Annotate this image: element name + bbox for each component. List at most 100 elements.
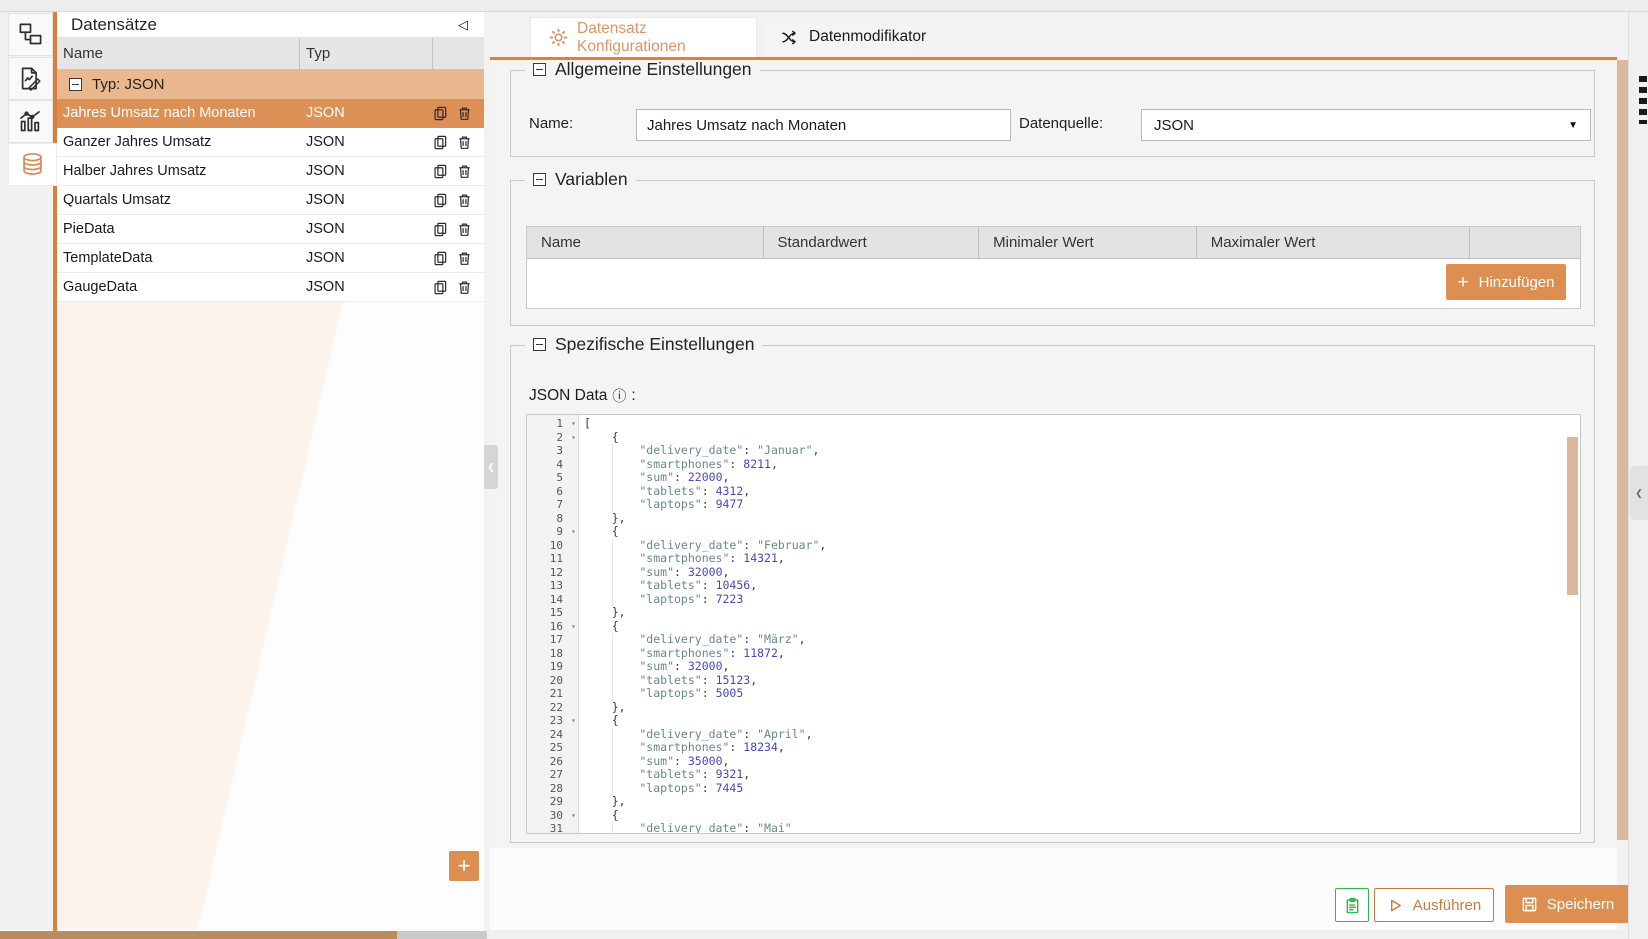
variables-legend: Variablen	[525, 169, 636, 190]
clipboard-icon	[1344, 897, 1361, 914]
dataset-type: JSON	[300, 250, 433, 266]
editor-code-line: "sum": 32000,	[584, 660, 1580, 674]
dataset-type: JSON	[300, 279, 433, 295]
info-icon[interactable]: ⓘ	[612, 386, 626, 406]
collapse-section-icon[interactable]	[533, 338, 546, 351]
dataset-row[interactable]: GaugeDataJSON	[57, 273, 484, 302]
variables-column-header	[1470, 227, 1580, 258]
editor-line-number: 6	[527, 485, 578, 499]
editor-code-line: "tablets": 15123,	[584, 674, 1580, 688]
editor-line-number: 3	[527, 444, 578, 458]
editor-code-line: },	[584, 795, 1580, 809]
page-scrollbar[interactable]	[1617, 60, 1628, 840]
trash-icon[interactable]	[457, 193, 472, 208]
copy-icon[interactable]	[433, 106, 448, 121]
editor-code-line: "smartphones": 11872,	[584, 647, 1580, 661]
editor-line-number: 16▾	[527, 620, 578, 634]
sidebar-item-structure[interactable]	[8, 13, 53, 56]
sidebar-item-reports[interactable]	[8, 57, 53, 100]
fold-arrow-icon[interactable]: ▾	[571, 431, 576, 445]
trash-icon[interactable]	[457, 222, 472, 237]
editor-scrollbar-thumb[interactable]	[1567, 437, 1578, 595]
editor-code-line: "delivery_date": "Februar",	[584, 539, 1580, 553]
editor-line-number: 15	[527, 606, 578, 620]
editor-code-line: },	[584, 606, 1580, 620]
window-top-strip	[0, 0, 1648, 12]
fold-arrow-icon[interactable]: ▾	[571, 714, 576, 728]
variables-header: NameStandardwertMinimaler WertMaximaler …	[527, 227, 1580, 259]
dataset-row[interactable]: PieDataJSON	[57, 215, 484, 244]
copy-icon[interactable]	[433, 280, 448, 295]
editor-line-number: 21	[527, 687, 578, 701]
general-settings-legend: Allgemeine Einstellungen	[525, 59, 760, 80]
copy-icon[interactable]	[433, 193, 448, 208]
collapse-section-icon[interactable]	[533, 173, 546, 186]
json-code-editor[interactable]: 1▾2▾3456789▾10111213141516▾1718192021222…	[526, 414, 1581, 834]
dataset-type: JSON	[300, 192, 433, 208]
save-label: Speichern	[1547, 896, 1615, 913]
trash-icon[interactable]	[457, 106, 472, 121]
editor-line-number: 19	[527, 660, 578, 674]
editor-code-line: {	[584, 714, 1580, 728]
dataset-type: JSON	[300, 163, 433, 179]
dataset-row[interactable]: Quartals UmsatzJSON	[57, 186, 484, 215]
variables-table: NameStandardwertMinimaler WertMaximaler …	[526, 226, 1581, 309]
dataset-row[interactable]: Ganzer Jahres UmsatzJSON	[57, 128, 484, 157]
fold-arrow-icon[interactable]: ▾	[571, 620, 576, 634]
datasource-label: Datenquelle:	[1019, 115, 1103, 132]
add-variable-button[interactable]: + Hinzufügen	[1446, 264, 1566, 300]
collapse-section-icon[interactable]	[533, 63, 546, 76]
sidebar-item-charts[interactable]	[8, 100, 53, 143]
validate-button[interactable]	[1335, 888, 1369, 922]
editor-line-number: 20	[527, 674, 578, 688]
trash-icon[interactable]	[457, 251, 472, 266]
editor-line-number: 29	[527, 795, 578, 809]
editor-line-number: 7	[527, 498, 578, 512]
save-icon	[1521, 896, 1538, 913]
editor-code-area[interactable]: [ { "delivery_date": "Januar", "smartpho…	[579, 415, 1580, 833]
dataset-row-actions	[433, 251, 484, 266]
run-button[interactable]: Ausführen	[1374, 888, 1494, 922]
left-panel-collapse-handle[interactable]: ❮	[484, 445, 498, 489]
trash-icon[interactable]	[457, 164, 472, 179]
editor-line-number: 5	[527, 471, 578, 485]
database-icon	[19, 151, 46, 178]
dataset-type: JSON	[300, 105, 433, 121]
legend-text: Variablen	[555, 169, 628, 190]
copy-icon[interactable]	[433, 222, 448, 237]
sidebar-item-datasets[interactable]	[8, 143, 57, 186]
editor-code-line: [	[584, 417, 1580, 431]
tab-datenmodifikator[interactable]: Datenmodifikator	[763, 17, 913, 57]
dataset-row-actions	[433, 222, 484, 237]
editor-line-number: 4	[527, 458, 578, 472]
dataset-group-row[interactable]: Typ: JSON	[57, 70, 484, 99]
editor-line-number: 31	[527, 822, 578, 834]
editor-code-line: "sum": 35000,	[584, 755, 1580, 769]
dataset-name: Halber Jahres Umsatz	[57, 163, 300, 179]
copy-icon[interactable]	[433, 251, 448, 266]
fold-arrow-icon[interactable]: ▾	[571, 525, 576, 539]
add-dataset-button[interactable]: +	[449, 851, 479, 881]
copy-icon[interactable]	[433, 135, 448, 150]
dataset-row[interactable]: TemplateDataJSON	[57, 244, 484, 273]
tab-datensatz-konfigurationen[interactable]: Datensatz Konfigurationen	[530, 17, 757, 57]
dataset-row-actions	[433, 135, 484, 150]
editor-code-line: "tablets": 9321,	[584, 768, 1580, 782]
fold-arrow-icon[interactable]: ▾	[571, 809, 576, 823]
dataset-row[interactable]: Halber Jahres UmsatzJSON	[57, 157, 484, 186]
datasource-select[interactable]: JSON ▼	[1141, 109, 1591, 141]
trash-icon[interactable]	[457, 135, 472, 150]
copy-icon[interactable]	[433, 164, 448, 179]
dataset-row[interactable]: Jahres Umsatz nach MonatenJSON	[57, 99, 484, 128]
fold-arrow-icon[interactable]: ▾	[571, 417, 576, 431]
collapse-group-icon[interactable]	[69, 78, 82, 91]
name-label: Name:	[529, 115, 573, 132]
right-panel-collapse-handle[interactable]: ❮	[1630, 466, 1648, 520]
editor-line-number: 8	[527, 512, 578, 526]
dataset-name: PieData	[57, 221, 300, 237]
editor-code-line: "tablets": 4312,	[584, 485, 1580, 499]
trash-icon[interactable]	[457, 280, 472, 295]
save-button[interactable]: Speichern	[1505, 885, 1630, 923]
collapse-panel-icon[interactable]: ◁	[458, 18, 468, 31]
name-input[interactable]	[636, 109, 1011, 141]
